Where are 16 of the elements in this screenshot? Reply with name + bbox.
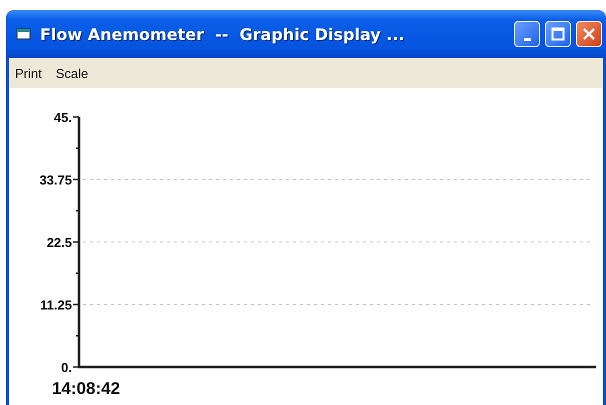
maximize-button[interactable]	[545, 21, 571, 47]
y-tick-label: 45.	[54, 110, 72, 125]
close-icon	[582, 27, 596, 41]
y-tick-label: 11.25	[40, 298, 72, 312]
close-button[interactable]	[576, 21, 602, 47]
y-tick-label: 33.75	[39, 172, 72, 188]
minimize-icon	[524, 38, 530, 40]
x-tick-label: 14:08:42	[52, 379, 120, 398]
y-tick-label: 0.	[61, 360, 72, 375]
menu-item[interactable]: Scale	[56, 66, 88, 80]
menu-item[interactable]: Print	[15, 66, 42, 80]
minimize-button[interactable]	[514, 21, 540, 47]
window-title: Flow Anemometer -- Graphic Display ...	[40, 24, 406, 44]
y-tick-label: 22.5	[46, 235, 72, 250]
window-icon	[16, 27, 32, 41]
maximize-icon	[551, 27, 565, 41]
